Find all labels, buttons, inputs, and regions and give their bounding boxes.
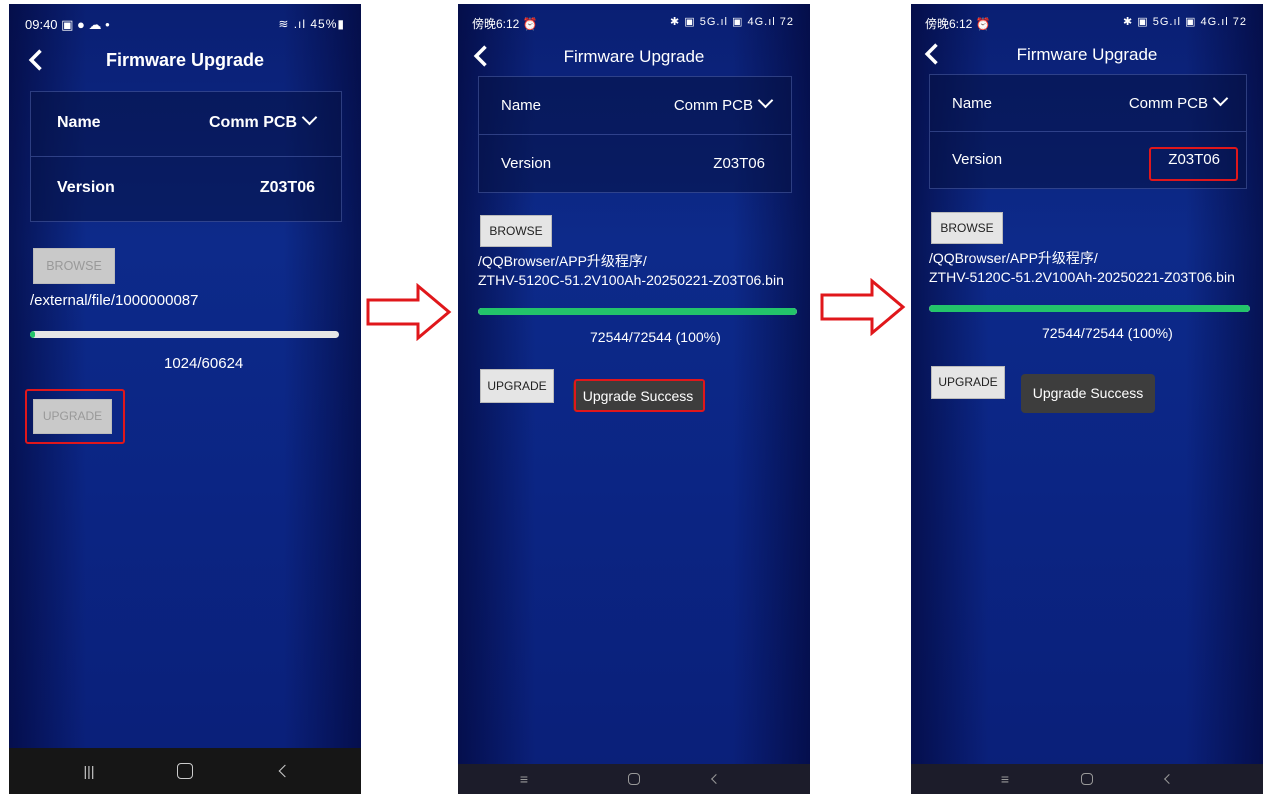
phone-screen-1: 09:40 ▣ ● ☁ • ≋ .ıl 45%▮ Firmware Upgrad… — [9, 4, 361, 794]
progress-bar — [929, 305, 1250, 312]
browse-button[interactable]: BROWSE — [480, 215, 552, 247]
highlight-box — [574, 379, 705, 412]
file-path-line-2: ZTHV-5120C-51.2V100Ah-20250221-Z03T06.bi… — [478, 272, 784, 288]
name-value: Comm PCB — [673, 97, 753, 114]
flow-arrow-icon — [366, 283, 452, 341]
upgrade-button[interactable]: UPGRADE — [480, 369, 554, 403]
device-info-card: Name Comm PCB Version Z03T06 — [30, 91, 342, 222]
file-path-line-2: ZTHV-5120C-51.2V100Ah-20250221-Z03T06.bi… — [929, 269, 1235, 285]
name-row[interactable]: Name Comm PCB — [31, 92, 341, 157]
version-value: Z03T06 — [713, 155, 765, 172]
flow-arrow-icon — [820, 278, 906, 336]
status-bar: 傍晚6:12 ⏰ ✱ ▣ 5G.ıl ▣ 4G.ıl 72 — [458, 4, 810, 40]
back-nav-icon[interactable] — [711, 774, 721, 784]
name-dropdown[interactable]: Comm PCB — [673, 92, 774, 114]
app-bar: Firmware Upgrade — [9, 40, 361, 90]
status-icons: ✱ ▣ 5G.ıl ▣ 4G.ıl 72 — [1123, 16, 1247, 28]
file-path: /QQBrowser/APP升级程序/ ZTHV-5120C-51.2V100A… — [929, 249, 1235, 287]
version-label: Version — [952, 151, 1003, 168]
recent-apps-icon[interactable]: ||| — [84, 763, 95, 779]
progress-text: 1024/60624 — [164, 355, 244, 372]
file-path-line-1: /QQBrowser/APP升级程序/ — [478, 253, 647, 269]
name-label: Name — [501, 97, 542, 114]
chevron-down-icon — [757, 92, 774, 109]
status-bar: 09:40 ▣ ● ☁ • ≋ .ıl 45%▮ — [9, 4, 361, 40]
status-icons: ✱ ▣ 5G.ıl ▣ 4G.ıl 72 — [670, 16, 794, 28]
progress-text: 72544/72544 (100%) — [1042, 325, 1173, 341]
version-row: Version Z03T06 — [479, 135, 791, 192]
chevron-down-icon — [301, 109, 318, 126]
version-row: Version Z03T06 — [31, 157, 341, 221]
back-nav-icon[interactable] — [278, 764, 292, 778]
chevron-down-icon — [1212, 90, 1229, 107]
name-value: Comm PCB — [1128, 95, 1208, 112]
home-icon[interactable] — [177, 763, 193, 779]
highlight-box — [25, 389, 125, 444]
status-time: 傍晚6:12 ⏰ — [472, 17, 538, 31]
status-time: 09:40 ▣ ● ☁ • — [25, 17, 110, 32]
system-nav-bar: ≡ — [911, 764, 1263, 794]
status-icons: ≋ .ıl 45%▮ — [278, 17, 345, 31]
menu-icon[interactable]: ≡ — [1001, 771, 1009, 787]
system-nav-bar: ≡ — [458, 764, 810, 794]
name-dropdown[interactable]: Comm PCB — [1128, 90, 1229, 112]
progress-text: 72544/72544 (100%) — [590, 329, 721, 345]
system-nav-bar: ||| — [9, 748, 361, 794]
page-title: Firmware Upgrade — [563, 47, 705, 66]
page-title: Firmware Upgrade — [105, 50, 265, 70]
page-title: Firmware Upgrade — [1016, 45, 1158, 64]
status-time: 傍晚6:12 ⏰ — [925, 17, 991, 31]
browse-button[interactable]: BROWSE — [931, 212, 1003, 244]
name-dropdown[interactable]: Comm PCB — [208, 109, 318, 132]
name-row[interactable]: Name Comm PCB — [930, 75, 1246, 132]
progress-fill — [929, 305, 1250, 312]
phone-screen-2: 傍晚6:12 ⏰ ✱ ▣ 5G.ıl ▣ 4G.ıl 72 Firmware U… — [458, 4, 810, 794]
name-label: Name — [57, 114, 101, 131]
success-toast: Upgrade Success — [1021, 374, 1155, 413]
file-path: /external/file/1000000087 — [30, 292, 199, 309]
file-path-line-1: /QQBrowser/APP升级程序/ — [929, 250, 1098, 266]
home-icon[interactable] — [628, 773, 640, 785]
progress-fill — [478, 308, 797, 315]
version-label: Version — [501, 155, 552, 172]
device-info-card: Name Comm PCB Version Z03T06 — [478, 76, 792, 193]
name-value: Comm PCB — [208, 114, 297, 131]
file-path: /QQBrowser/APP升级程序/ ZTHV-5120C-51.2V100A… — [478, 252, 784, 290]
highlight-box — [1149, 147, 1238, 181]
name-label: Name — [952, 95, 993, 112]
version-label: Version — [57, 179, 115, 196]
status-bar: 傍晚6:12 ⏰ ✱ ▣ 5G.ıl ▣ 4G.ıl 72 — [911, 4, 1263, 40]
version-value: Z03T06 — [259, 179, 315, 196]
phone-screen-3: 傍晚6:12 ⏰ ✱ ▣ 5G.ıl ▣ 4G.ıl 72 Firmware U… — [911, 4, 1263, 794]
progress-bar — [30, 331, 339, 338]
progress-bar — [478, 308, 797, 315]
upgrade-button[interactable]: UPGRADE — [931, 366, 1005, 399]
browse-button[interactable]: BROWSE — [33, 248, 115, 284]
progress-fill — [30, 331, 36, 338]
name-row[interactable]: Name Comm PCB — [479, 77, 791, 135]
home-icon[interactable] — [1081, 773, 1093, 785]
menu-icon[interactable]: ≡ — [520, 771, 528, 787]
back-nav-icon[interactable] — [1164, 774, 1174, 784]
